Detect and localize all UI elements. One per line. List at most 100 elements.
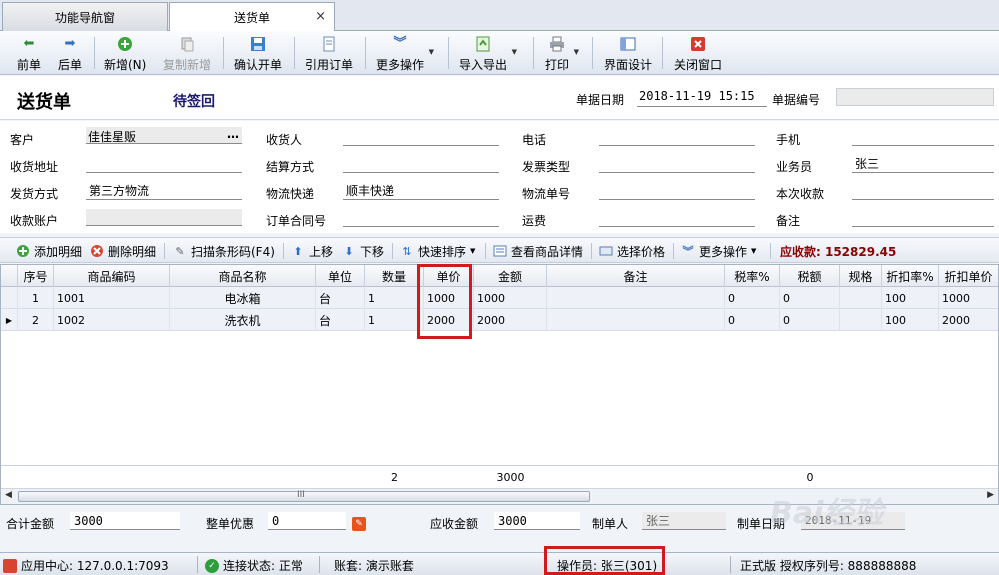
col-header[interactable]: 序号 <box>18 265 54 287</box>
delete-detail-button[interactable]: 删除明细 <box>90 242 156 260</box>
mobile-field[interactable] <box>852 145 994 146</box>
confirm-button[interactable]: 确认开单 <box>234 34 282 72</box>
cell-name[interactable]: 电冰箱 <box>170 287 316 309</box>
collect-label: 本次收款 <box>776 187 825 201</box>
col-header[interactable]: 金额 <box>474 265 547 287</box>
cell-discount[interactable]: 100 <box>882 309 939 331</box>
customer-field[interactable]: 佳佳星贩 … <box>86 127 242 144</box>
move-up-button[interactable]: ⬆ 上移 <box>291 242 333 260</box>
cell-disc-price[interactable]: 2000 <box>939 309 998 331</box>
scroll-right-icon[interactable]: ▶ <box>987 490 994 500</box>
address-field[interactable] <box>86 172 242 173</box>
col-header[interactable]: 商品名称 <box>170 265 316 287</box>
dropdown-arrow-icon[interactable]: ▼ <box>751 247 756 255</box>
table-row[interactable]: 1 1001 电冰箱 台 1 1000 1000 0 0 100 1000 <box>1 287 998 309</box>
quick-sort-button[interactable]: ⇅ 快速排序 ▼ <box>400 242 475 260</box>
dropdown-arrow-icon[interactable]: ▼ <box>429 48 434 56</box>
close-icon[interactable]: × <box>315 9 326 24</box>
invoice-type-field[interactable] <box>599 172 755 173</box>
add-detail-button[interactable]: 添加明细 <box>16 242 82 260</box>
mobile-label: 手机 <box>776 133 801 147</box>
contract-field[interactable] <box>343 226 499 227</box>
tab-delivery-note[interactable]: 送货单 × <box>169 2 335 32</box>
col-header[interactable]: 税额 <box>780 265 840 287</box>
scrollbar-thumb[interactable]: III <box>18 490 590 502</box>
cell-amount[interactable]: 2000 <box>474 309 547 331</box>
doc-no-field[interactable] <box>836 88 994 106</box>
discount-input[interactable]: 0 <box>268 512 346 530</box>
tab-navigation[interactable]: 功能导航窗 <box>2 2 168 31</box>
collect-field[interactable] <box>852 199 994 200</box>
cell-name[interactable]: 洗衣机 <box>170 309 316 331</box>
cell-tax[interactable]: 0 <box>780 287 840 309</box>
customer-lookup-button[interactable]: … <box>227 127 239 141</box>
cell-disc-price[interactable]: 1000 <box>939 287 998 309</box>
cell-qty[interactable]: 1 <box>365 309 424 331</box>
cell-tax-rate[interactable]: 0 <box>725 287 780 309</box>
prev-button[interactable]: ⬅ 前单 <box>17 34 41 72</box>
account-field[interactable] <box>86 209 242 226</box>
copy-new-button[interactable]: 复制新增 <box>163 34 211 72</box>
cell-amount[interactable]: 1000 <box>474 287 547 309</box>
add-circle-icon <box>117 36 133 52</box>
ui-design-button[interactable]: 界面设计 <box>604 34 652 72</box>
cell-spec[interactable] <box>840 309 882 331</box>
highlight-box <box>544 546 665 575</box>
salesman-field[interactable] <box>852 172 994 173</box>
cell-code[interactable]: 1002 <box>54 309 170 331</box>
close-window-button[interactable]: 关闭窗口 <box>674 34 722 72</box>
freight-field[interactable] <box>599 226 755 227</box>
phone-field[interactable] <box>599 145 755 146</box>
cell-note[interactable] <box>547 287 725 309</box>
dropdown-arrow-icon[interactable]: ▼ <box>470 247 475 255</box>
cell-note[interactable] <box>547 309 725 331</box>
dropdown-arrow-icon[interactable]: ▼ <box>574 48 579 56</box>
ship-method-field[interactable] <box>86 199 242 200</box>
cell-code[interactable]: 1001 <box>54 287 170 309</box>
col-header[interactable]: 规格 <box>840 265 882 287</box>
move-down-label: 下移 <box>360 244 385 259</box>
col-header[interactable]: 备注 <box>547 265 725 287</box>
col-header[interactable]: 税率% <box>725 265 780 287</box>
move-down-button[interactable]: ⬇ 下移 <box>342 242 384 260</box>
table-row[interactable]: ▶ 2 1002 洗衣机 台 1 2000 2000 0 0 100 2000 <box>1 309 998 331</box>
next-button[interactable]: ➡ 后单 <box>58 34 82 72</box>
settlement-field[interactable] <box>343 172 499 173</box>
cell-spec[interactable] <box>840 287 882 309</box>
select-price-button[interactable]: 选择价格 <box>599 242 665 260</box>
cell-qty[interactable]: 1 <box>365 287 424 309</box>
toolbar-divider <box>294 37 295 69</box>
discount-label: 整单优惠 <box>206 517 255 531</box>
cell-unit[interactable]: 台 <box>316 287 365 309</box>
col-header[interactable]: 折扣率% <box>882 265 939 287</box>
scan-barcode-button[interactable]: ✎ 扫描条形码(F4) <box>173 242 275 260</box>
col-header[interactable]: 折扣单价 <box>939 265 998 287</box>
logistics-field[interactable] <box>343 199 499 200</box>
new-button[interactable]: 新增(N) <box>104 34 146 72</box>
dropdown-arrow-icon[interactable]: ▼ <box>512 48 517 56</box>
col-header[interactable]: 商品编码 <box>54 265 170 287</box>
remark-field[interactable] <box>852 226 994 227</box>
cell-tax-rate[interactable]: 0 <box>725 309 780 331</box>
print-button[interactable]: 打印 ▼ <box>545 34 579 72</box>
cell-discount[interactable]: 100 <box>882 287 939 309</box>
import-export-button[interactable]: 导入导出 ▼ <box>459 34 517 72</box>
date-field[interactable]: 2018-11-19 15:15 <box>637 87 767 107</box>
doc-no-label: 单据编号 <box>772 93 821 107</box>
more-ops-detail-button[interactable]: ︾ 更多操作 ▼ <box>681 242 757 260</box>
receiver-field[interactable] <box>343 145 499 146</box>
cell-unit[interactable]: 台 <box>316 309 365 331</box>
tracking-field[interactable] <box>599 199 755 200</box>
toolbar-divider <box>533 37 534 69</box>
scroll-left-icon[interactable]: ◀ <box>5 490 12 500</box>
tracking-label: 物流单号 <box>522 187 571 201</box>
ref-order-button[interactable]: 引用订单 <box>305 34 353 72</box>
more-ops-button[interactable]: ︾ 更多操作 ▼ <box>376 34 434 72</box>
discount-calc-icon[interactable]: ✎ <box>352 517 366 531</box>
cell-tax[interactable]: 0 <box>780 309 840 331</box>
status-divider <box>319 556 320 573</box>
receivable-value: 3000 <box>494 512 580 530</box>
col-header[interactable]: 数量 <box>365 265 424 287</box>
view-product-detail-button[interactable]: 查看商品详情 <box>493 242 583 260</box>
col-header[interactable]: 单位 <box>316 265 365 287</box>
